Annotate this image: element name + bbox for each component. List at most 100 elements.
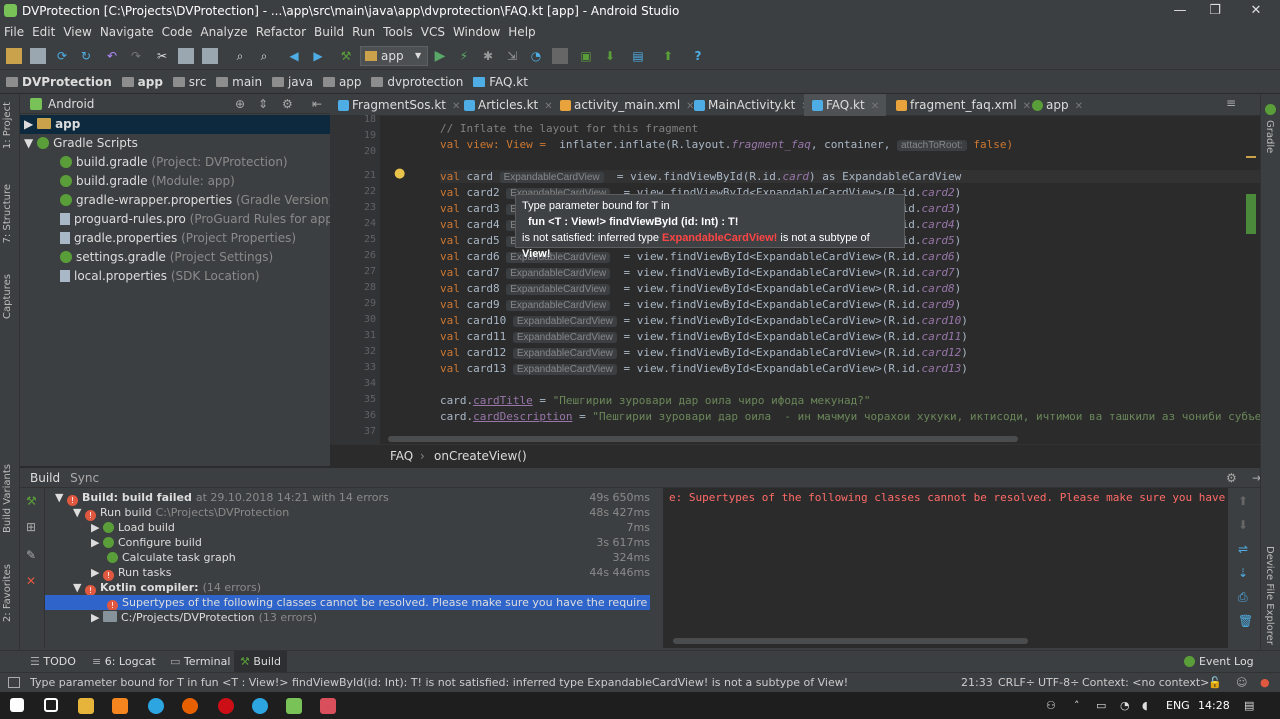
tree-item-gradle-wrapper[interactable]: gradle-wrapper.properties (Gradle Versio… bbox=[20, 191, 333, 210]
build-row-load[interactable]: ▶ Load build 7ms bbox=[45, 520, 660, 535]
tree-item-app[interactable]: ▶ app bbox=[20, 115, 330, 134]
battery-icon[interactable]: ▭ bbox=[1096, 692, 1106, 719]
menu-file[interactable]: File bbox=[4, 25, 24, 39]
clock[interactable]: 14:28 bbox=[1198, 692, 1230, 719]
arrow-down-icon[interactable]: ⬇ bbox=[1238, 518, 1248, 532]
task-view-icon[interactable] bbox=[44, 698, 58, 712]
menu-refactor[interactable]: Refactor bbox=[256, 25, 306, 39]
telegram-icon-2[interactable] bbox=[252, 698, 268, 714]
favorites-tool-tab[interactable]: 2: Favorites bbox=[2, 564, 13, 622]
tab-faq[interactable]: FAQ.kt ✕ bbox=[804, 94, 886, 116]
tab-logcat[interactable]: ≡ 6: Logcat bbox=[92, 651, 156, 673]
rebuild-hammer-icon[interactable]: ⚒ bbox=[26, 494, 37, 508]
run-config-dropdown[interactable]: app ▼ bbox=[360, 46, 428, 66]
tree-item-local-properties[interactable]: local.properties (SDK Location) bbox=[20, 267, 330, 286]
build-row-supertypes-error[interactable]: ! Supertypes of the following classes can… bbox=[45, 595, 650, 610]
chevron-up-icon[interactable]: ˄ bbox=[1074, 692, 1080, 719]
run-icon[interactable]: ▶ bbox=[432, 48, 448, 64]
tab-articles[interactable]: Articles.kt ✕ bbox=[456, 94, 553, 116]
opera-icon[interactable] bbox=[218, 698, 234, 714]
people-icon[interactable]: ⚇ bbox=[1046, 692, 1056, 719]
build-row-tasks[interactable]: ▶ ! Run tasks 44s 446ms bbox=[45, 565, 660, 581]
cut-icon[interactable]: ✂ bbox=[154, 48, 170, 64]
build-row-configure[interactable]: ▶ Configure build 3s 617ms bbox=[45, 535, 660, 550]
event-log-tab[interactable]: Event Log bbox=[1184, 651, 1254, 673]
context-indicator[interactable]: Context: <no context> bbox=[1082, 673, 1209, 692]
telegram-icon[interactable] bbox=[148, 698, 164, 714]
tab-build[interactable]: Build bbox=[30, 471, 60, 485]
maximize-button[interactable]: ❐ bbox=[1195, 0, 1235, 22]
attach-debugger-icon[interactable]: ⇲ bbox=[504, 48, 520, 64]
back-icon[interactable]: ◀ bbox=[286, 48, 302, 64]
sdk-manager-icon[interactable]: ⬇ bbox=[602, 48, 618, 64]
caret-position[interactable]: 21:33 bbox=[961, 673, 993, 692]
tab-app[interactable]: app ✕ bbox=[1024, 94, 1090, 116]
build-row-run[interactable]: ▼ ! Run build C:\Projects\DVProtection 48s … bbox=[45, 505, 660, 521]
network-icon[interactable]: ◔ bbox=[1120, 692, 1130, 719]
file-encoding[interactable]: UTF-8÷ bbox=[1038, 673, 1079, 692]
project-view-selector[interactable]: Android bbox=[48, 94, 94, 114]
breadcrumb-dvprotection[interactable]: dvprotection bbox=[371, 70, 463, 94]
app-task-icon[interactable] bbox=[320, 698, 336, 714]
warning-marker[interactable] bbox=[1246, 156, 1256, 158]
output-scrollbar[interactable] bbox=[673, 638, 1028, 644]
trash-icon[interactable]: 🗑 bbox=[1238, 614, 1253, 628]
build-row-project-path[interactable]: ▶ C:/Projects/DVProtection (13 errors) bbox=[45, 610, 660, 625]
tree-item-proguard[interactable]: proguard-rules.pro (ProGuard Rules for a… bbox=[20, 210, 338, 229]
gradle-tool-tab[interactable]: Gradle bbox=[1264, 120, 1275, 153]
redo-icon[interactable]: ↷ bbox=[128, 48, 144, 64]
settings-gear-icon[interactable]: ⚙ bbox=[1226, 468, 1237, 488]
notification-icon[interactable]: ● bbox=[1260, 673, 1270, 692]
replace-icon[interactable]: ⌕ bbox=[256, 48, 272, 64]
menu-navigate[interactable]: Navigate bbox=[100, 25, 154, 39]
save-icon[interactable] bbox=[30, 48, 46, 64]
breadcrumb-project[interactable]: DVProtection bbox=[6, 70, 112, 94]
volume-icon[interactable]: ◖ bbox=[1142, 692, 1148, 719]
android-studio-task-icon[interactable] bbox=[286, 698, 302, 714]
tab-terminal[interactable]: ▭ Terminal bbox=[170, 651, 230, 673]
breadcrumb-main[interactable]: main bbox=[216, 70, 262, 94]
sync-icon[interactable]: ⟳ bbox=[54, 48, 70, 64]
menu-edit[interactable]: Edit bbox=[32, 25, 55, 39]
breadcrumb-faq-file[interactable]: FAQ.kt bbox=[473, 70, 528, 94]
close-icon[interactable]: ✕ bbox=[26, 574, 36, 588]
file-explorer-icon[interactable] bbox=[78, 698, 94, 714]
make-hammer-icon[interactable]: ⚒ bbox=[338, 48, 354, 64]
close-tab-icon[interactable]: ✕ bbox=[871, 101, 879, 112]
tree-item-settings-gradle[interactable]: settings.gradle (Project Settings) bbox=[20, 248, 330, 267]
menu-code[interactable]: Code bbox=[162, 25, 193, 39]
device-file-explorer-tab[interactable]: Device File Explorer bbox=[1264, 546, 1275, 645]
collapse-all-icon[interactable]: ⇕ bbox=[258, 94, 268, 114]
debug-icon[interactable]: ✱ bbox=[480, 48, 496, 64]
tab-activity-main[interactable]: activity_main.xml ✕ bbox=[552, 94, 695, 116]
tab-build-bottom[interactable]: ⚒ Build bbox=[234, 651, 287, 673]
horizontal-scrollbar[interactable] bbox=[388, 436, 1018, 442]
undo-icon[interactable]: ↶ bbox=[104, 48, 120, 64]
sublime-icon[interactable] bbox=[112, 698, 128, 714]
breadcrumb-app-package[interactable]: app bbox=[322, 70, 362, 94]
paste-icon[interactable] bbox=[202, 48, 218, 64]
tool-windows-icon[interactable] bbox=[8, 677, 20, 688]
menu-vcs[interactable]: VCS bbox=[421, 25, 445, 39]
forward-icon[interactable]: ▶ bbox=[310, 48, 326, 64]
hector-icon[interactable]: ☺ bbox=[1236, 673, 1247, 692]
print-icon[interactable]: ⎙ bbox=[1238, 590, 1248, 605]
menu-view[interactable]: View bbox=[63, 25, 91, 39]
lightbulb-icon[interactable]: ● bbox=[394, 166, 405, 181]
help-icon[interactable]: ? bbox=[690, 48, 706, 64]
tab-fragment-faq[interactable]: fragment_faq.xml ✕ bbox=[888, 94, 1031, 116]
structure-tool-tab[interactable]: 7: Structure bbox=[2, 184, 13, 243]
find-icon[interactable]: ⌕ bbox=[232, 48, 248, 64]
menu-help[interactable]: Help bbox=[508, 25, 535, 39]
pin-icon[interactable]: ✎ bbox=[26, 548, 36, 562]
action-center-icon[interactable]: ▤ bbox=[1244, 692, 1254, 719]
breadcrumb-class[interactable]: FAQ bbox=[390, 445, 413, 467]
tab-overflow-icon[interactable]: ≡ bbox=[1226, 96, 1236, 110]
tree-item-gradle-properties[interactable]: gradle.properties (Project Properties) bbox=[20, 229, 330, 248]
start-windows-icon[interactable] bbox=[10, 698, 24, 712]
tab-fragmentsos[interactable]: FragmentSos.kt ✕ bbox=[330, 94, 460, 116]
tab-mainactivity[interactable]: MainActivity.kt✕ bbox=[686, 94, 810, 116]
toggle-view-icon[interactable]: ⊞ bbox=[26, 520, 36, 534]
tree-item-build-gradle-module[interactable]: build.gradle (Module: app) bbox=[20, 172, 330, 191]
layout-inspector-icon[interactable]: ⬆ bbox=[660, 48, 676, 64]
